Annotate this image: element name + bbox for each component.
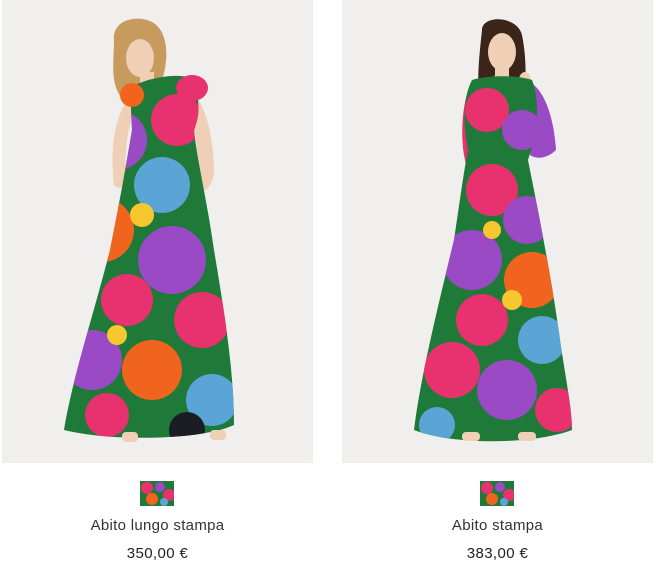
product-card[interactable]: Abito stampa 383,00 € [342,0,653,564]
color-swatch[interactable] [140,481,174,506]
model-photo-short-sleeve-dress [64,18,234,442]
floral-print-swatch-icon [480,481,514,506]
product-image[interactable] [2,0,313,463]
color-swatch[interactable] [480,481,514,506]
product-price: 350,00 € [126,545,189,562]
product-name[interactable]: Abito lungo stampa [2,517,313,534]
model-photo-long-sleeve-dress [414,19,572,442]
product-name[interactable]: Abito stampa [342,517,653,534]
product-image[interactable] [342,0,653,463]
product-card[interactable]: Abito lungo stampa 350,00 € [2,0,313,564]
product-price: 383,00 € [466,545,529,562]
floral-print-swatch-icon [140,481,174,506]
